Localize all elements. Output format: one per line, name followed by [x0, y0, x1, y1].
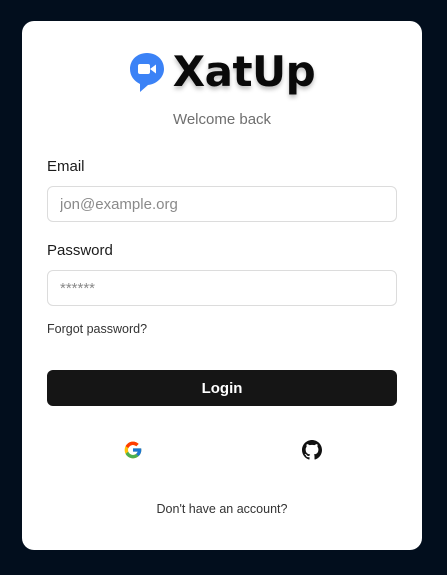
- email-label: Email: [47, 158, 85, 175]
- google-icon[interactable]: [123, 440, 143, 460]
- chat-bubble-video-icon: [129, 53, 164, 92]
- password-field[interactable]: [47, 270, 397, 306]
- password-label: Password: [47, 242, 113, 259]
- signup-link[interactable]: Don't have an account?: [22, 502, 422, 516]
- login-card: XatUp Welcome back Email Password Forgot…: [22, 21, 422, 550]
- login-button[interactable]: Login: [47, 370, 397, 406]
- email-field[interactable]: [47, 186, 397, 222]
- forgot-password-link[interactable]: Forgot password?: [47, 322, 147, 336]
- welcome-subtitle: Welcome back: [172, 111, 272, 128]
- brand-name: XatUp: [172, 47, 316, 96]
- github-icon[interactable]: [302, 440, 322, 460]
- brand-header: XatUp: [22, 47, 422, 97]
